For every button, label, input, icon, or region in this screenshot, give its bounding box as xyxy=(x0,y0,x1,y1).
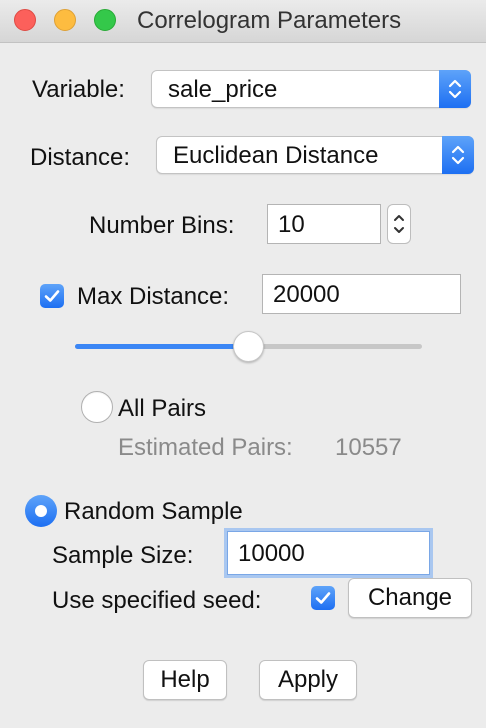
stepper-icon xyxy=(394,215,404,233)
number-bins-stepper[interactable] xyxy=(387,204,411,244)
chevron-updown-icon xyxy=(439,70,471,108)
all-pairs-label: All Pairs xyxy=(118,395,207,422)
max-distance-input[interactable]: 20000 xyxy=(262,274,461,314)
max-distance-label: Max Distance: xyxy=(77,283,230,310)
change-seed-button[interactable]: Change xyxy=(348,578,472,618)
sample-size-value: 10000 xyxy=(238,540,305,567)
random-sample-radio[interactable] xyxy=(25,495,57,527)
checkmark-icon xyxy=(315,592,331,604)
variable-label: Variable: xyxy=(32,76,125,103)
estimated-pairs-value: 10557 xyxy=(335,434,402,461)
sample-size-label: Sample Size: xyxy=(52,542,194,569)
use-seed-label: Use specified seed: xyxy=(52,587,262,614)
distance-label: Distance: xyxy=(30,144,131,171)
all-pairs-radio[interactable] xyxy=(81,391,113,423)
number-bins-input[interactable]: 10 xyxy=(267,204,381,244)
estimated-pairs-label: Estimated Pairs: xyxy=(118,434,293,461)
sample-size-input[interactable]: 10000 xyxy=(227,531,430,575)
window-title: Correlogram Parameters xyxy=(137,7,402,34)
apply-button[interactable]: Apply xyxy=(259,660,357,700)
zoom-window-button[interactable] xyxy=(94,9,116,31)
minimize-window-button[interactable] xyxy=(54,9,76,31)
close-window-button[interactable] xyxy=(14,9,36,31)
checkmark-icon xyxy=(44,290,60,302)
max-distance-checkbox[interactable] xyxy=(40,284,64,308)
number-bins-value: 10 xyxy=(278,211,305,238)
distance-select[interactable]: Euclidean Distance xyxy=(156,136,474,174)
use-seed-checkbox[interactable] xyxy=(311,586,335,610)
title-bar: Correlogram Parameters xyxy=(0,0,486,43)
chevron-updown-icon xyxy=(442,136,474,174)
random-sample-label: Random Sample xyxy=(64,498,243,525)
number-bins-label: Number Bins: xyxy=(89,212,235,239)
distance-select-value: Euclidean Distance xyxy=(173,142,379,169)
variable-select-value: sale_price xyxy=(168,76,278,103)
variable-select[interactable]: sale_price xyxy=(151,70,471,108)
max-distance-value: 20000 xyxy=(273,281,340,308)
max-distance-slider-knob[interactable] xyxy=(233,331,264,362)
max-distance-slider-fill xyxy=(75,344,249,349)
help-button[interactable]: Help xyxy=(143,660,227,700)
